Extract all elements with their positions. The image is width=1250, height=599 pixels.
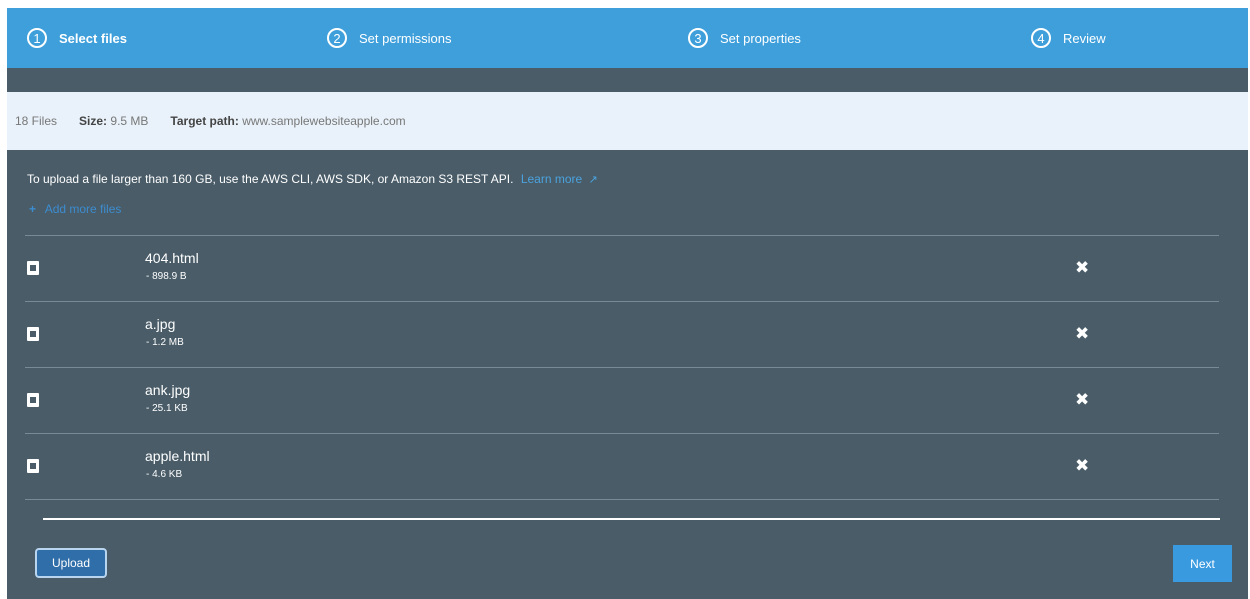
file-name: a.jpg <box>145 316 176 332</box>
file-row: 404.html - 898.9 B ✖ <box>25 235 1219 301</box>
document-icon <box>27 459 39 473</box>
remove-file-icon[interactable]: ✖ <box>1075 258 1089 278</box>
step-set-properties[interactable]: 3 Set properties <box>688 8 801 68</box>
step-number-circle: 2 <box>327 28 347 48</box>
wizard-steps: 1 Select files 2 Set permissions 3 Set p… <box>7 8 1248 68</box>
step-set-permissions[interactable]: 2 Set permissions <box>327 8 451 68</box>
step-label: Set properties <box>720 30 801 46</box>
file-size: - 898.9 B <box>146 271 187 282</box>
step-number-circle: 1 <box>27 28 47 48</box>
upload-dialog: 1 Select files 2 Set permissions 3 Set p… <box>7 8 1248 599</box>
remove-file-icon[interactable]: ✖ <box>1075 456 1089 476</box>
step-review[interactable]: 4 Review <box>1031 8 1106 68</box>
file-row: apple.html - 4.6 KB ✖ <box>25 433 1219 499</box>
step-label: Set permissions <box>359 30 452 46</box>
step-select-files[interactable]: 1 Select files <box>27 8 127 68</box>
target-path-value: www.samplewebsiteapple.com <box>242 114 406 128</box>
size-label: Size: <box>79 114 108 128</box>
notice-text: To upload a file larger than 160 GB, use… <box>27 172 514 186</box>
file-name: apple.html <box>145 448 210 464</box>
file-name: 404.html <box>145 250 199 266</box>
add-more-files-label: Add more files <box>44 202 122 216</box>
plus-icon: + <box>29 202 37 216</box>
file-size: - 1.2 MB <box>146 337 184 348</box>
file-size: - 4.6 KB <box>146 469 183 480</box>
next-button[interactable]: Next <box>1173 545 1232 582</box>
file-row: a.jpg - 1.2 MB ✖ <box>25 301 1219 367</box>
file-list[interactable]: 404.html - 898.9 B ✖ a.jpg - 1.2 MB ✖ an… <box>7 235 1219 520</box>
total-size: Size: 9.5 MB <box>79 114 148 128</box>
step-label: Select files <box>59 30 127 46</box>
size-value: 9.5 MB <box>110 114 149 128</box>
document-icon <box>27 261 39 275</box>
step-number-circle: 4 <box>1031 28 1051 48</box>
upload-button[interactable]: Upload <box>35 548 107 578</box>
learn-more-link[interactable]: Learn more <box>521 172 582 186</box>
file-name: ank.jpg <box>145 382 191 398</box>
image-file-icon <box>27 327 39 341</box>
file-row-partial <box>25 499 1219 520</box>
file-size: - 25.1 KB <box>146 403 188 414</box>
target-path: Target path: www.samplewebsiteapple.com <box>170 114 405 128</box>
step-number-circle: 3 <box>688 28 708 48</box>
remove-file-icon[interactable]: ✖ <box>1075 324 1089 344</box>
horizontal-scrollbar[interactable] <box>43 518 1220 520</box>
large-file-notice: To upload a file larger than 160 GB, use… <box>27 172 598 186</box>
external-link-icon[interactable]: ↗ <box>589 174 598 186</box>
step-label: Review <box>1063 30 1106 46</box>
file-count: 18 Files <box>15 114 58 128</box>
image-file-icon <box>27 393 39 407</box>
upload-summary-bar: 18 Files Size: 9.5 MB Target path: www.s… <box>7 92 1248 150</box>
file-row: ank.jpg - 25.1 KB ✖ <box>25 367 1219 433</box>
target-path-label: Target path: <box>170 114 239 128</box>
remove-file-icon[interactable]: ✖ <box>1075 390 1089 410</box>
add-more-files-link[interactable]: + Add more files <box>29 202 121 216</box>
